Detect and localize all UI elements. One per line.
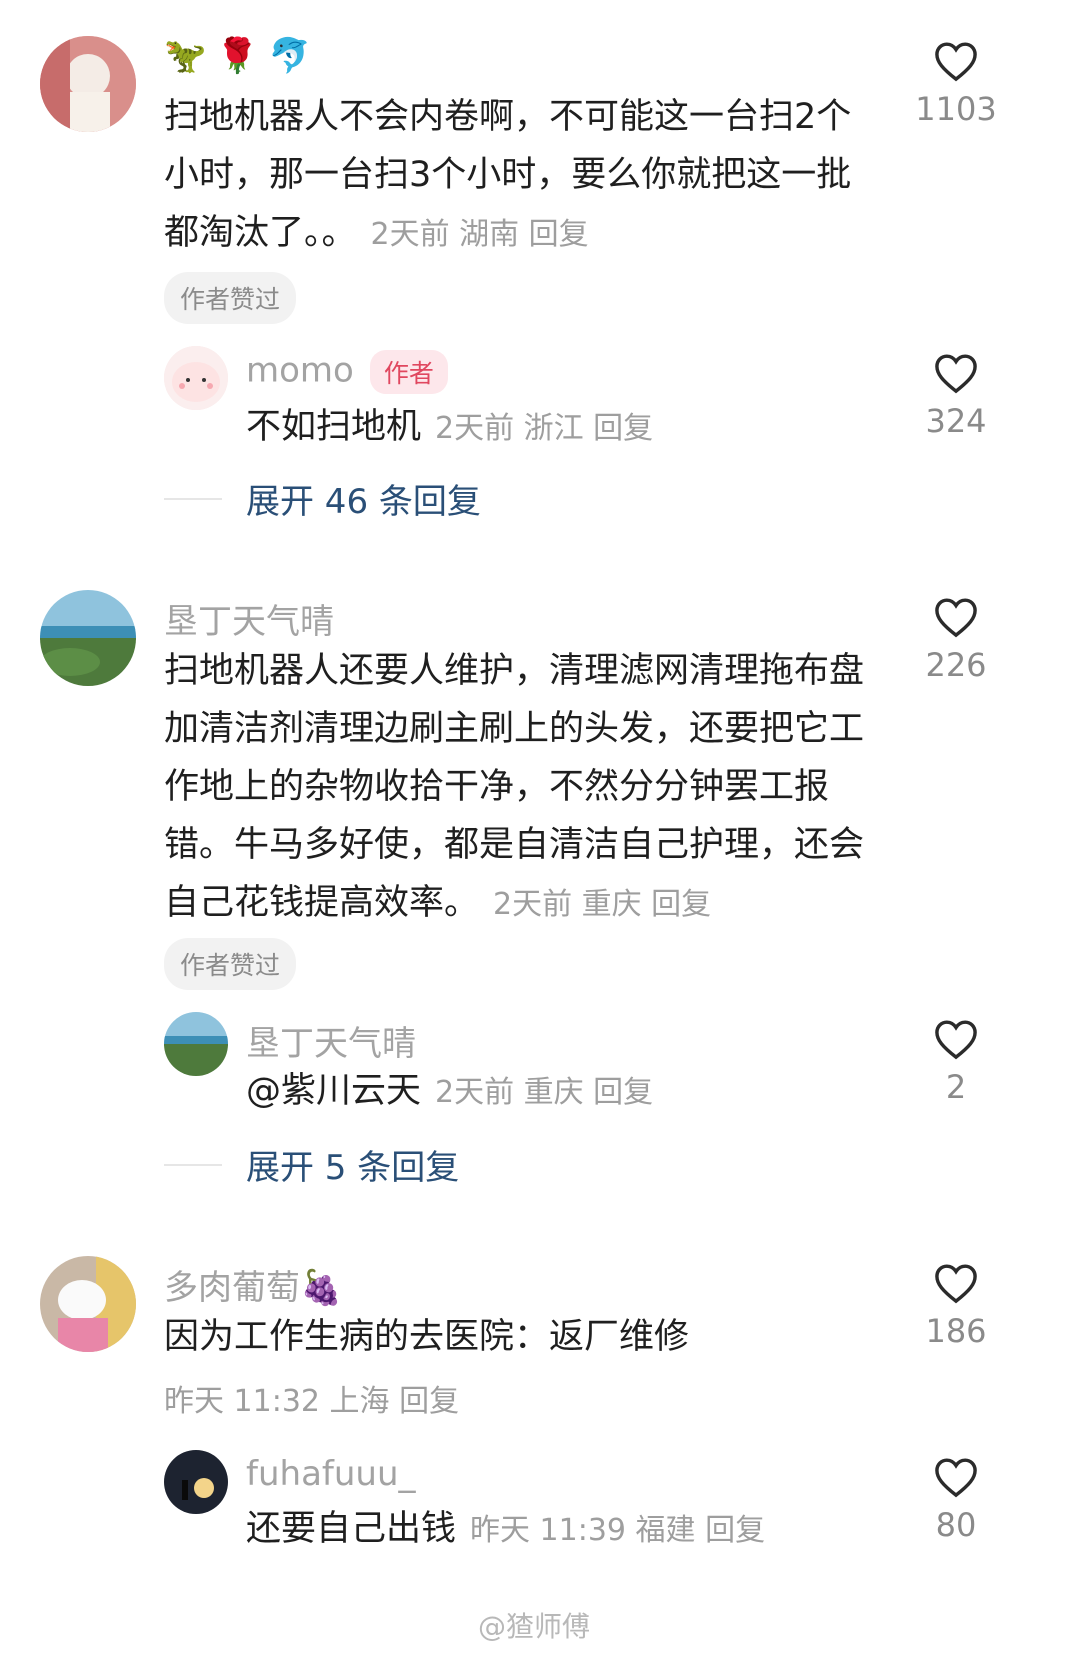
watermark: @猹师傅 [477, 1610, 590, 1643]
author-liked-badge: 作者赞过 [164, 938, 297, 990]
comment-text: 扫地机器人不会内卷啊，不可能这一台扫2个小时，那一台扫3个小时，要么你就把这一批… [164, 88, 874, 264]
like-count: 186 [925, 1312, 987, 1350]
like-count: 1103 [915, 90, 997, 128]
reply-username[interactable]: fuhafuuu_ [246, 1454, 416, 1494]
avatar-image [40, 590, 136, 686]
avatar-image [164, 1450, 228, 1514]
reply-body: 不如扫地机 [246, 407, 422, 447]
username[interactable]: 垦丁天气晴 [164, 594, 334, 643]
reply-meta[interactable]: 2天前 浙江 回复 [435, 411, 653, 446]
reply-text: 还要自己出钱 昨天 11:39 福建 回复 [246, 1500, 886, 1560]
reply-avatar[interactable] [164, 346, 228, 410]
reply-body: 还要自己出钱 [246, 1509, 457, 1549]
expand-replies-button[interactable]: 展开 5 条回复 [164, 1140, 459, 1189]
like-count: 324 [925, 402, 987, 440]
like-button[interactable]: 186 [906, 1262, 1006, 1350]
reply-text: @紫川云天 2天前 重庆 回复 [246, 1062, 886, 1122]
reply-username[interactable]: 垦丁天气晴 [246, 1016, 416, 1065]
comment-meta[interactable]: 2天前 湖南 回复 [371, 217, 589, 252]
username[interactable]: 多肉葡萄🍇 [164, 1260, 342, 1309]
like-button[interactable]: 226 [906, 596, 1006, 684]
heart-outline-icon [935, 42, 977, 82]
comment-text: 因为工作生病的去医院：返厂维修 [164, 1317, 690, 1357]
comment-body: 扫地机器人还要人维护，清理滤网清理拖布盘加清洁剂清理边刷主刷上的头发，还要把它工… [164, 651, 865, 923]
comment-meta[interactable]: 2天前 重庆 回复 [493, 887, 711, 922]
author-tag: 作者 [369, 350, 448, 394]
username-emoji: 🦖 [164, 36, 207, 76]
username-emoji: 🐬 [268, 36, 312, 76]
heart-outline-icon [935, 1020, 977, 1060]
avatar-image [164, 1012, 228, 1076]
comment-meta[interactable]: 昨天 11:32 上海 回复 [164, 1376, 459, 1420]
expand-replies-label: 展开 5 条回复 [246, 1148, 460, 1188]
like-count: 226 [925, 646, 987, 684]
divider [164, 497, 222, 500]
reply-username[interactable]: momo 作者 [246, 350, 448, 394]
reply-avatar[interactable] [164, 1012, 228, 1076]
expand-replies-label: 展开 46 条回复 [246, 482, 481, 522]
like-button[interactable]: 324 [906, 352, 1006, 440]
reply-body[interactable]: @紫川云天 [246, 1071, 421, 1111]
reply-meta[interactable]: 2天前 重庆 回复 [435, 1075, 653, 1110]
username[interactable]: 🦖 🌹 🐬 [164, 36, 321, 76]
avatar-image [40, 1256, 136, 1352]
comment-text: 扫地机器人还要人维护，清理滤网清理拖布盘加清洁剂清理边刷主刷上的头发，还要把它工… [164, 642, 874, 934]
heart-outline-icon [935, 1264, 977, 1304]
expand-replies-button[interactable]: 展开 46 条回复 [164, 474, 481, 523]
avatar-image [40, 36, 136, 132]
avatar[interactable] [40, 590, 136, 686]
heart-outline-icon [935, 598, 977, 638]
reply-avatar[interactable] [164, 1450, 228, 1514]
reply-text: 不如扫地机 2天前 浙江 回复 [246, 398, 886, 458]
reply-meta[interactable]: 昨天 11:39 福建 回复 [470, 1513, 765, 1548]
avatar[interactable] [40, 1256, 136, 1352]
like-button[interactable]: 80 [906, 1456, 1006, 1544]
like-button[interactable]: 2 [906, 1018, 1006, 1106]
author-liked-badge: 作者赞过 [164, 272, 297, 324]
username-emoji: 🌹 [216, 36, 259, 76]
avatar[interactable] [40, 36, 136, 132]
like-button[interactable]: 1103 [906, 40, 1006, 128]
heart-outline-icon [935, 1458, 977, 1498]
divider [164, 1163, 222, 1166]
heart-outline-icon [935, 354, 977, 394]
like-count: 80 [935, 1506, 977, 1544]
avatar-image [164, 346, 228, 410]
like-count: 2 [945, 1068, 967, 1106]
reply-username-text: momo [246, 350, 354, 391]
